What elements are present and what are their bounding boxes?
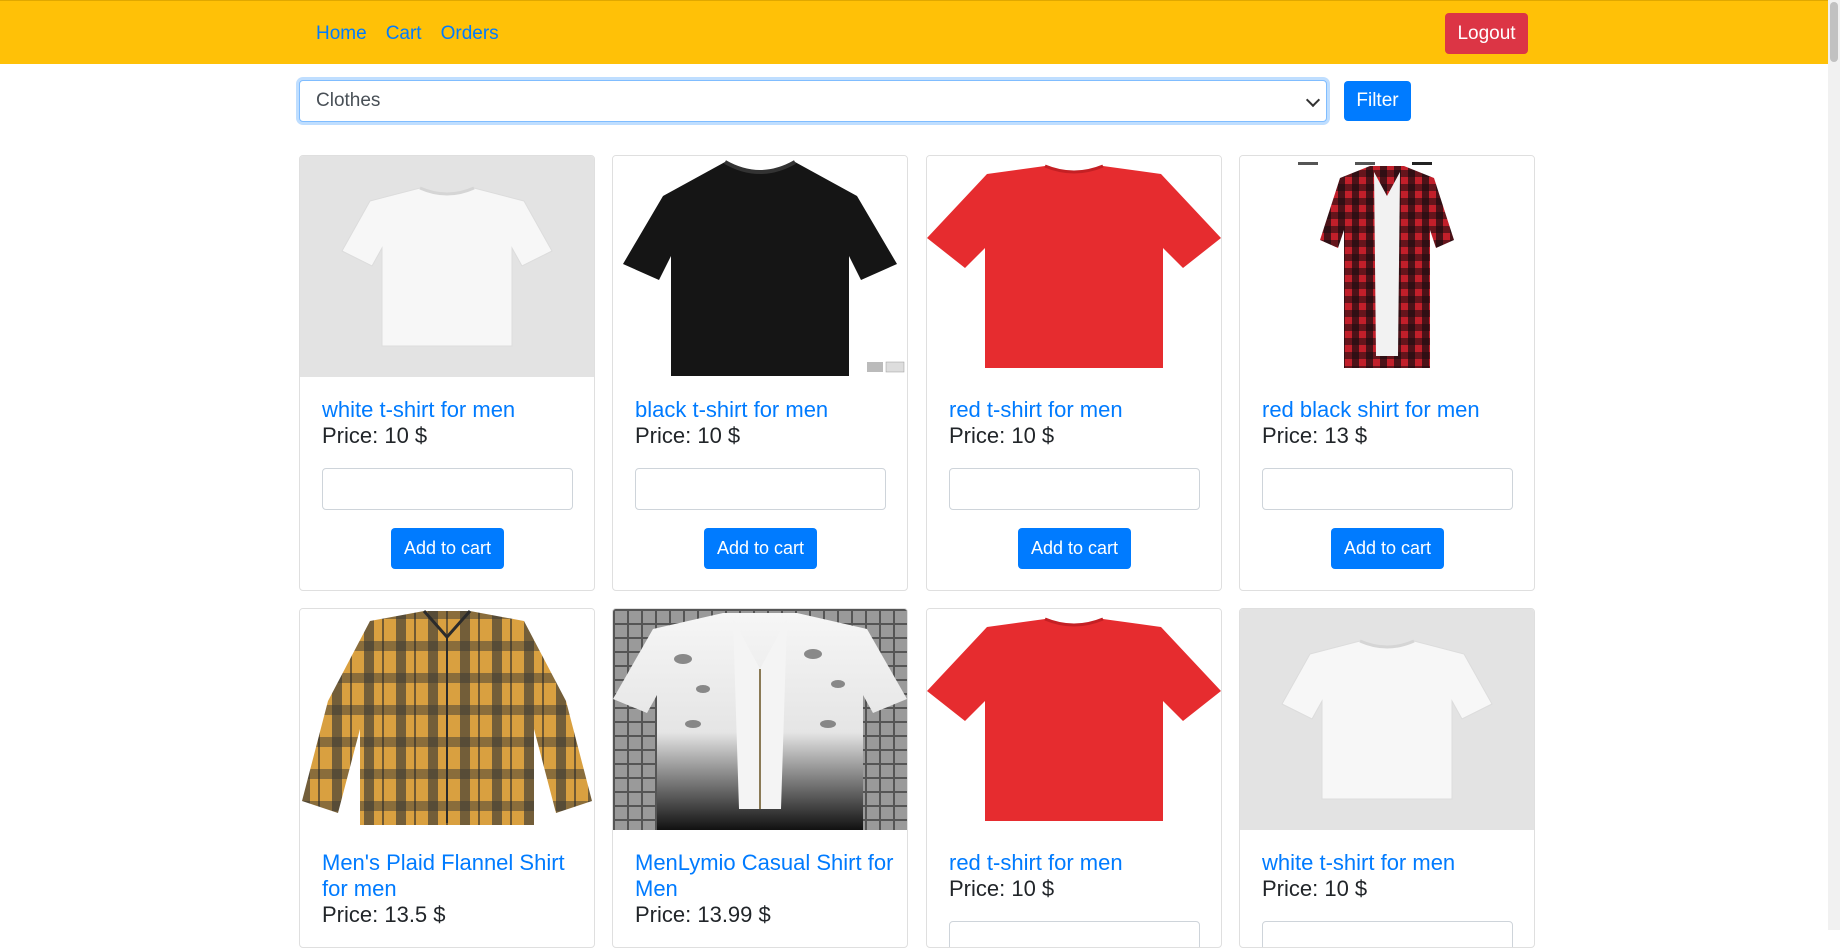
category-select[interactable]: Clothes: [299, 80, 1327, 122]
product-image-white-tshirt[interactable]: [300, 156, 594, 377]
page-scrollbar[interactable]: [1828, 0, 1840, 930]
product-card: Men's Plaid Flannel Shirt for men Price:…: [299, 608, 595, 948]
product-title[interactable]: red black shirt for men: [1262, 397, 1522, 423]
category-select-value: Clothes: [316, 90, 381, 111]
product-image-white-tshirt[interactable]: [1240, 609, 1534, 830]
product-title[interactable]: white t-shirt for men: [1262, 850, 1522, 876]
product-price: Price: 10 $: [1262, 876, 1368, 901]
quantity-input[interactable]: [322, 468, 573, 510]
product-card: black t-shirt for men Price: 10 $ Add to…: [612, 155, 908, 591]
add-to-cart-button[interactable]: Add to cart: [704, 528, 817, 569]
product-title[interactable]: black t-shirt for men: [635, 397, 895, 423]
quantity-input[interactable]: [949, 468, 1200, 510]
product-title[interactable]: red t-shirt for men: [949, 850, 1209, 876]
nav-cart-link[interactable]: Cart: [386, 21, 422, 47]
scrollbar-thumb[interactable]: [1830, 2, 1838, 62]
chevron-down-icon: [1305, 92, 1321, 108]
product-image-yellow-plaid-flannel[interactable]: [300, 609, 594, 830]
product-image-red-tshirt[interactable]: [927, 156, 1221, 377]
product-card: MenLymio Casual Shirt for Men Price: 13.…: [612, 608, 908, 948]
product-title[interactable]: MenLymio Casual Shirt for Men: [635, 850, 895, 902]
add-to-cart-button[interactable]: Add to cart: [391, 528, 504, 569]
quantity-input[interactable]: [1262, 468, 1513, 510]
product-title[interactable]: white t-shirt for men: [322, 397, 582, 423]
add-to-cart-button[interactable]: Add to cart: [1018, 528, 1131, 569]
product-card: red black shirt for men Price: 13 $ Add …: [1239, 155, 1535, 591]
add-to-cart-button[interactable]: Add to cart: [1331, 528, 1444, 569]
product-card: white t-shirt for men Price: 10 $: [1239, 608, 1535, 948]
top-navbar: Home Cart Orders Logout: [0, 0, 1840, 64]
product-price: Price: 10 $: [949, 876, 1055, 901]
product-price: Price: 10 $: [949, 423, 1055, 448]
product-image-red-tshirt[interactable]: [927, 609, 1221, 830]
nav-links: Home Cart Orders: [316, 21, 518, 47]
product-image-black-tshirt[interactable]: [613, 156, 907, 377]
quantity-input[interactable]: [949, 921, 1200, 947]
product-title[interactable]: red t-shirt for men: [949, 397, 1209, 423]
product-card: red t-shirt for men Price: 10 $: [926, 608, 1222, 948]
product-price: Price: 13.99 $: [635, 902, 771, 927]
product-image-floral-casual-shirt[interactable]: [613, 609, 907, 830]
product-price: Price: 13.5 $: [322, 902, 446, 927]
quantity-input[interactable]: [635, 468, 886, 510]
filter-button[interactable]: Filter: [1344, 81, 1411, 121]
product-image-red-black-plaid-shirt[interactable]: [1240, 156, 1534, 377]
product-title[interactable]: Men's Plaid Flannel Shirt for men: [322, 850, 582, 902]
product-price: Price: 13 $: [1262, 423, 1368, 448]
nav-orders-link[interactable]: Orders: [441, 21, 499, 47]
product-card: red t-shirt for men Price: 10 $ Add to c…: [926, 155, 1222, 591]
product-price: Price: 10 $: [322, 423, 428, 448]
product-card: white t-shirt for men Price: 10 $ Add to…: [299, 155, 595, 591]
nav-home-link[interactable]: Home: [316, 21, 367, 47]
product-price: Price: 10 $: [635, 423, 741, 448]
logout-button[interactable]: Logout: [1445, 13, 1528, 54]
quantity-input[interactable]: [1262, 921, 1513, 947]
